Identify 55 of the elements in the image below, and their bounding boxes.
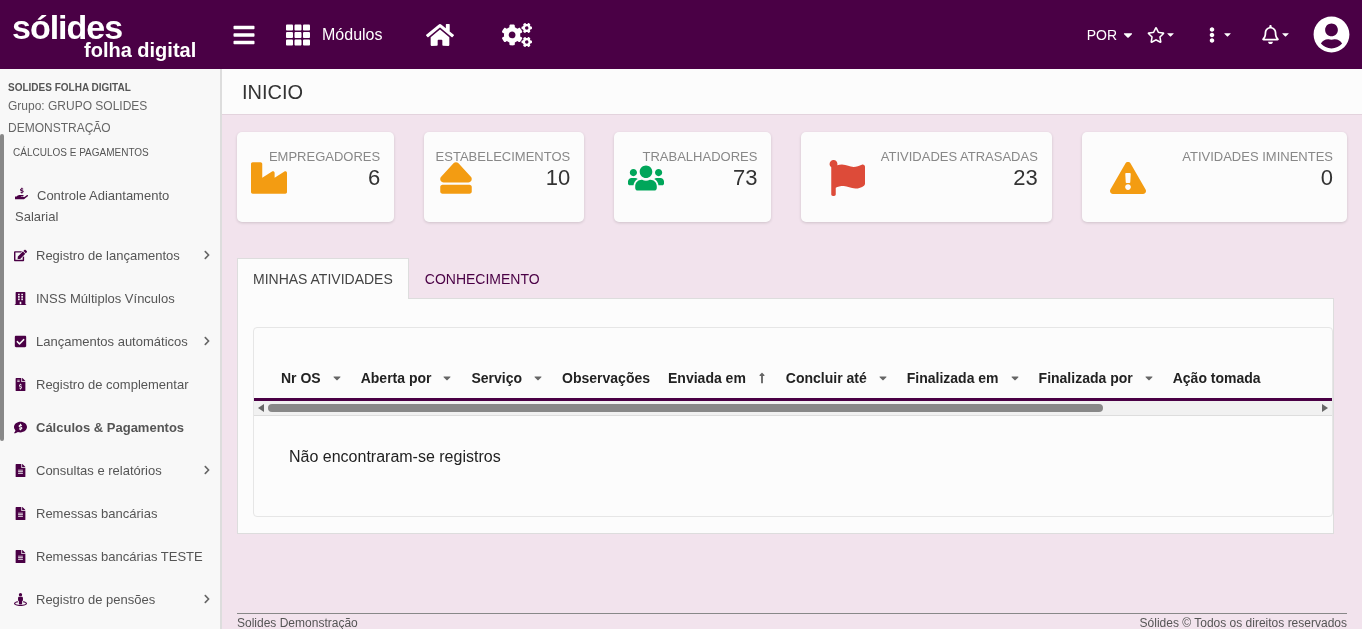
document-icon (14, 507, 27, 520)
sidebar-item[interactable]: Registro de lançamentos (0, 236, 220, 279)
column-header[interactable]: Finalizada por (1038, 370, 1173, 386)
column-header[interactable]: Ação tomada (1172, 370, 1279, 386)
sidebar-item[interactable]: Registro de complementar (0, 365, 220, 408)
stat-value: 23 (1013, 165, 1038, 191)
sidebar-item[interactable]: Consultas e relatórios (0, 451, 220, 494)
stat-value: 0 (1320, 165, 1333, 191)
tab[interactable]: MINHAS ATIVIDADES (237, 258, 409, 299)
footer-text: Sólides © Todos os direitos reservados (1139, 616, 1347, 629)
notifications-icon[interactable] (1261, 25, 1291, 44)
checkbox-icon (14, 335, 27, 348)
edit-icon (14, 249, 27, 262)
sidebar-item[interactable]: Lançamentos automáticos (0, 322, 220, 365)
company-name: SOLIDES FOLHA DIGITAL (7, 81, 132, 95)
tab[interactable]: CONHECIMENTO (408, 258, 556, 299)
sidebar-item[interactable]: Controle Adiantamento Salarial (0, 176, 220, 236)
section-heading: CÁLCULOS E PAGAMENTOS (12, 145, 150, 160)
footer-text: Solides Demonstração (237, 616, 358, 629)
stat-label: ATIVIDADES ATRASADAS (880, 149, 1038, 164)
invoice-icon (14, 378, 27, 391)
stat-label: TRABALHADORES (642, 149, 758, 164)
money-icon (14, 421, 27, 434)
stat-value: 73 (732, 165, 758, 191)
stat-label: ESTABELECIMENTOS (435, 149, 571, 164)
favorites-icon[interactable] (1147, 25, 1176, 44)
column-header[interactable]: Nr OS (281, 370, 361, 386)
empty-message: Não encontraram-se registros (288, 447, 502, 467)
column-header[interactable]: Serviço (471, 370, 563, 386)
logo-subtitle: folha digital (84, 39, 198, 60)
hand-money-icon (15, 187, 28, 200)
column-header[interactable]: Finalizada em (906, 370, 1039, 386)
sidebar-item[interactable]: Remessas bancárias TESTE (0, 537, 220, 580)
sidebar-item[interactable]: Cálculos & Pagamentos (0, 408, 220, 451)
column-header[interactable]: Concluir até (785, 370, 907, 386)
document-icon (14, 464, 27, 477)
language-dropdown[interactable]: POR (1086, 26, 1135, 43)
stat-label: ATIVIDADES IMINENTES (1182, 149, 1333, 164)
sidebar-item[interactable]: Registro de pensões (0, 580, 220, 623)
page-title: INICIO (222, 69, 1362, 115)
stat-value: 6 (367, 165, 381, 191)
sidebar-item[interactable]: INSS Múltiplos Vínculos (0, 279, 220, 322)
column-header[interactable]: Aberta por (360, 370, 472, 386)
avatar-icon[interactable] (1313, 16, 1350, 53)
sidebar-item[interactable]: Remessas bancárias (0, 494, 220, 537)
buildings-icon (14, 292, 27, 305)
stat-label: EMPREGADORES (268, 149, 381, 164)
grid-icon (286, 22, 310, 47)
column-header[interactable]: Observações (562, 370, 669, 386)
document-icon (14, 550, 27, 563)
person-icon (14, 593, 27, 606)
stat-value: 10 (545, 165, 571, 191)
column-header[interactable]: Enviada em (668, 370, 786, 386)
modules-button[interactable]: Módulos (286, 22, 383, 47)
group-name: Grupo: GRUPO SOLIDES DEMONSTRAÇÃO (7, 98, 149, 137)
